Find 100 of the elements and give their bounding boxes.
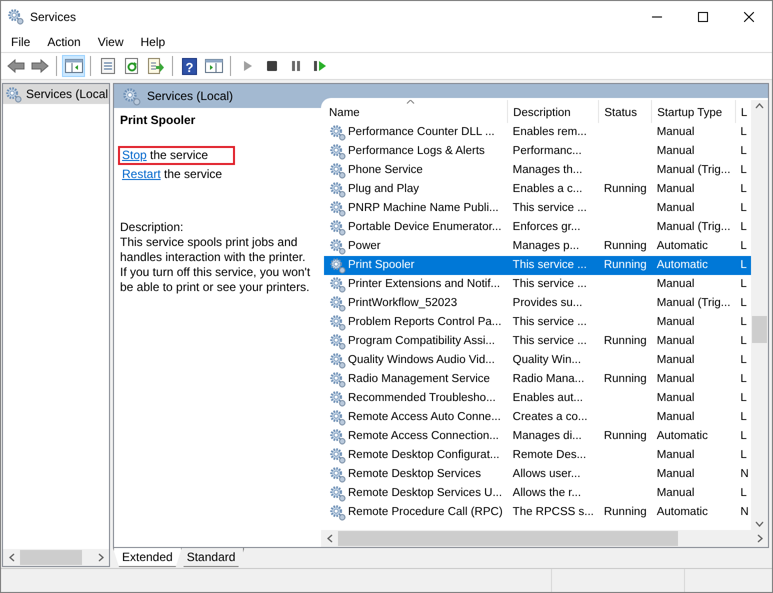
action-link[interactable]: Restart bbox=[122, 167, 161, 181]
scroll-right-icon[interactable] bbox=[98, 553, 104, 562]
maximize-icon[interactable] bbox=[698, 12, 708, 22]
table-cell-text: Manual (Trig... bbox=[656, 220, 732, 235]
table-cell-text: Allows user... bbox=[512, 466, 582, 482]
gear-icon bbox=[329, 124, 346, 141]
pane-toggle-icon[interactable] bbox=[204, 58, 222, 74]
table-row[interactable]: Remote Desktop Services U... Allows the r... Manual L bbox=[324, 484, 751, 503]
close-icon[interactable] bbox=[744, 12, 754, 22]
table-row[interactable]: Quality Windows Audio Vid... Quality Win... Manual L bbox=[324, 351, 751, 370]
action-text: Stop the service bbox=[122, 148, 208, 162]
table-row[interactable]: PrintWorkflow_52023 Provides su... Manual (Trig... L bbox=[324, 294, 751, 313]
scroll-up-icon[interactable] bbox=[755, 103, 764, 109]
table-row[interactable]: Plug and Play Enables a c... Running Manual L bbox=[324, 180, 751, 199]
scroll-left-icon[interactable] bbox=[326, 534, 332, 543]
table-cell: L bbox=[735, 256, 751, 275]
tree-item-label[interactable]: Services (Local bbox=[26, 85, 108, 103]
gear-icon bbox=[329, 371, 346, 388]
table-row[interactable]: Phone Service Manages th... Manual (Trig... L bbox=[324, 161, 751, 180]
table-cell-text: Manual bbox=[656, 372, 696, 387]
action-text: Restart the service bbox=[122, 167, 222, 181]
tree-item[interactable]: Services (Local bbox=[3, 84, 109, 104]
gear-icon bbox=[329, 485, 346, 502]
scrollbar-thumb[interactable] bbox=[338, 531, 678, 546]
table-cell-text: Running bbox=[602, 504, 648, 520]
table-row[interactable]: Performance Logs & Alerts Performanc... Manual L bbox=[324, 142, 751, 161]
table-row[interactable]: Remote Desktop Configurat... Remote Des... Manual L bbox=[324, 446, 751, 465]
table-cell-text: Remote Access Connection... bbox=[348, 428, 499, 444]
horizontal-scrollbar[interactable] bbox=[3, 549, 109, 566]
table-cell-text: Power bbox=[348, 238, 381, 254]
table-cell-text: Manual bbox=[656, 334, 696, 349]
table-cell-text: Remote Procedure Call (RPC) bbox=[348, 504, 503, 520]
table-cell-text: Creates a co... bbox=[512, 410, 588, 425]
table-row[interactable]: Remote Access Auto Conne... Creates a co... Manual L bbox=[324, 408, 751, 427]
table-cell: L bbox=[735, 275, 751, 294]
column-header[interactable]: Startup Type bbox=[652, 100, 736, 123]
table-cell: Automatic bbox=[652, 256, 736, 275]
service-title: Print Spooler bbox=[120, 113, 196, 128]
forward-arrow-icon[interactable] bbox=[30, 59, 48, 73]
table-cell-text: L bbox=[739, 428, 748, 444]
action-link[interactable]: Stop bbox=[122, 148, 147, 162]
scroll-right-icon[interactable] bbox=[756, 534, 762, 543]
table-cell-text: L bbox=[739, 200, 748, 216]
scrollbar-thumb[interactable] bbox=[20, 550, 82, 565]
table-row[interactable]: Remote Desktop Services Allows user... Manual N bbox=[324, 465, 751, 484]
back-arrow-icon[interactable] bbox=[6, 59, 24, 73]
gear-icon bbox=[122, 86, 141, 106]
sort-caret-icon[interactable] bbox=[406, 100, 415, 104]
gear-icon bbox=[329, 257, 346, 274]
table-row[interactable]: Remote Procedure Call (RPC) The RPCSS s... Running Automatic N bbox=[324, 503, 751, 522]
table-row[interactable]: Remote Access Connection... Manages di... Running Automatic L bbox=[324, 427, 751, 446]
view-tab[interactable]: Extended bbox=[113, 548, 182, 567]
properties-icon[interactable] bbox=[100, 58, 116, 74]
scroll-left-icon[interactable] bbox=[8, 553, 14, 562]
menu-item[interactable]: Help bbox=[130, 33, 172, 51]
table-cell-text: L bbox=[739, 334, 748, 349]
table-row[interactable]: PNRP Machine Name Publi... This service ... Manual L bbox=[324, 199, 751, 218]
table-cell-text: Quality Windows Audio Vid... bbox=[348, 352, 495, 368]
column-header[interactable]: Name bbox=[324, 100, 508, 123]
table-row[interactable]: Radio Management Service Radio Mana... Running Manual L bbox=[324, 370, 751, 389]
table-cell: This service ... bbox=[508, 256, 599, 275]
gear-icon bbox=[329, 219, 346, 236]
menu-item[interactable]: View bbox=[88, 33, 130, 51]
horizontal-scrollbar[interactable] bbox=[321, 530, 768, 547]
stop-icon[interactable] bbox=[266, 60, 278, 72]
table-row[interactable]: Problem Reports Control Pa... This service ... Manual L bbox=[324, 313, 751, 332]
table-row[interactable]: Program Compatibility Assi... This service ... Running Manual L bbox=[324, 332, 751, 351]
table-cell-text: Printer Extensions and Notif... bbox=[348, 276, 500, 292]
export-icon[interactable] bbox=[146, 58, 164, 74]
pause-icon[interactable] bbox=[290, 60, 302, 72]
table-row[interactable]: Print Spooler This service ... Running Automatic L bbox=[324, 256, 751, 275]
refresh-icon[interactable] bbox=[124, 58, 140, 74]
menu-item[interactable]: Action bbox=[37, 33, 88, 51]
table-row[interactable]: Recommended Troublesho... Enables aut... Manual L bbox=[324, 389, 751, 408]
resume-icon[interactable] bbox=[312, 60, 326, 72]
table-cell-text: Manual (Trig... bbox=[656, 162, 732, 178]
table-row[interactable]: Portable Device Enumerator... Enforces gr... Manual (Trig... L bbox=[324, 218, 751, 237]
table-row[interactable]: Printer Extensions and Notif... This service ... Manual L bbox=[324, 275, 751, 294]
menu-item[interactable]: File bbox=[1, 33, 38, 51]
table-cell-text: Manual bbox=[656, 182, 696, 197]
gear-icon bbox=[329, 466, 346, 483]
column-header[interactable]: Description bbox=[508, 100, 599, 123]
table-cell-text: Manual bbox=[656, 390, 696, 406]
column-header[interactable]: Status bbox=[598, 100, 652, 123]
vertical-scrollbar[interactable] bbox=[751, 100, 768, 530]
table-cell-text: Manages di... bbox=[512, 428, 583, 444]
table-cell-text: Radio Management Service bbox=[348, 372, 490, 387]
gear-icon bbox=[329, 295, 346, 312]
gear-icon bbox=[329, 447, 346, 464]
table-cell-text: Enforces gr... bbox=[512, 220, 582, 235]
table-cell: Manual bbox=[652, 123, 736, 142]
scrollbar-thumb[interactable] bbox=[752, 316, 767, 343]
table-row[interactable]: Performance Counter DLL ... Enables rem... Manual L bbox=[324, 123, 751, 142]
panel-title: Services (Local) bbox=[147, 88, 234, 105]
pane-toggle-icon[interactable] bbox=[64, 58, 82, 74]
scroll-down-icon[interactable] bbox=[755, 521, 764, 527]
table-cell-text: N bbox=[739, 466, 750, 482]
gear-icon bbox=[329, 390, 346, 407]
table-cell: Automatic bbox=[652, 237, 736, 256]
table-row[interactable]: Power Manages p... Running Automatic L bbox=[324, 237, 751, 256]
